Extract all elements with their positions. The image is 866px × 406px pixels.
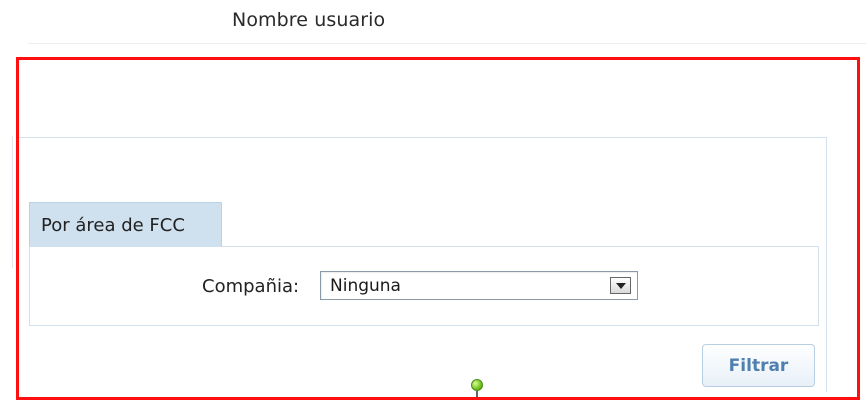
header-divider (28, 43, 866, 44)
left-panel-edge (12, 136, 13, 268)
red-highlight-frame (16, 57, 860, 400)
user-name-label: Nombre usuario (232, 9, 386, 31)
